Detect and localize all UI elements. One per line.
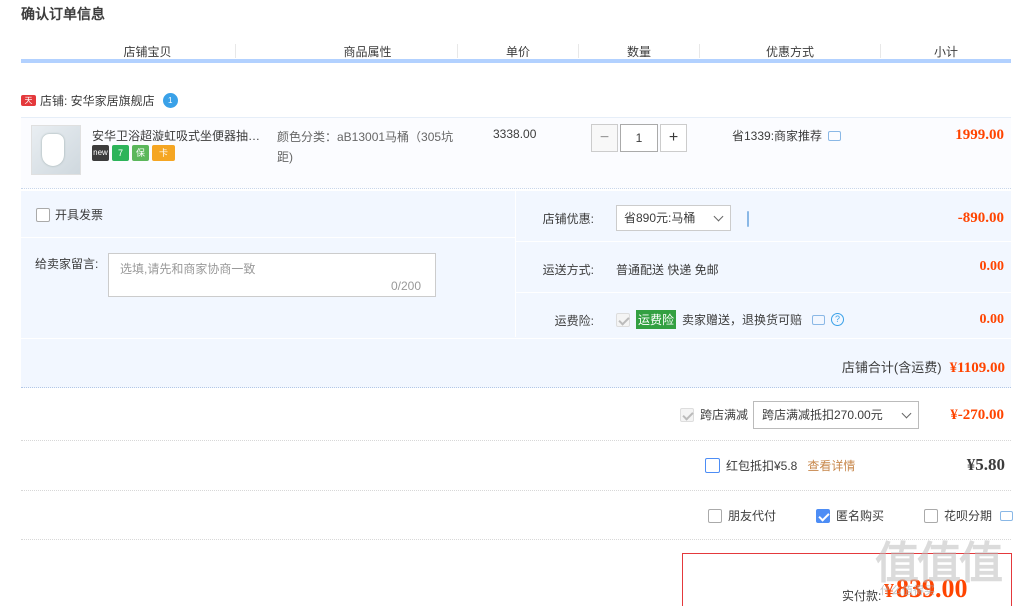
page-title: 确认订单信息: [21, 6, 105, 22]
quantity-minus-button[interactable]: −: [591, 124, 618, 152]
huabei-option[interactable]: 花呗分期: [924, 507, 1014, 524]
shipping-label: 运送方式:: [542, 263, 594, 277]
insurance-tag: 运费险: [636, 310, 677, 329]
anonymous-checkbox[interactable]: [816, 508, 830, 523]
red-packet-amount: ¥5.80: [966, 455, 1005, 474]
anonymous-option[interactable]: 匿名购买: [816, 507, 884, 524]
quantity-input[interactable]: 1: [620, 124, 658, 152]
store-discount-value: 省890元:马桶: [624, 211, 696, 225]
row-divider: [21, 539, 1011, 540]
friend-pay-label: 朋友代付: [728, 509, 777, 523]
column-header-item: 店铺宝贝: [123, 45, 172, 59]
column-header-discount: 优惠方式: [765, 45, 814, 59]
cross-store-discount: 跨店满减: [680, 406, 748, 423]
product-name[interactable]: 安华卫浴超漩虹吸式坐便器抽水马桶: [92, 127, 272, 144]
column-separator: [235, 44, 236, 58]
store-discount-label: 店铺优惠:: [542, 212, 594, 226]
new-icon: new: [92, 145, 109, 161]
site-watermark-subtitle: 什么值得买: [880, 585, 935, 597]
red-packet-detail-link[interactable]: 查看详情: [807, 457, 855, 474]
cross-store-label: 跨店满减: [700, 408, 749, 422]
quantity-stepper: − 1 +: [591, 124, 687, 152]
anonymous-label: 匿名购买: [836, 509, 885, 523]
toilet-image-icon: [42, 134, 64, 166]
column-header-subtotal: 小计: [933, 45, 958, 59]
insurance-option: 运费险 卖家赠送，退换货可赔 ?: [616, 310, 845, 329]
row-divider: [21, 440, 1011, 441]
header-underline: [21, 59, 1011, 63]
store-total: 店铺合计(含运费) ¥1109.00: [842, 357, 1005, 377]
store-discount-amount: -890.00: [957, 210, 1004, 226]
column-header-attribute: 商品属性: [343, 45, 392, 59]
store-total-label: 店铺合计(含运费): [841, 360, 942, 375]
store-discount-select[interactable]: 省890元:马桶: [616, 205, 731, 231]
row-divider: [21, 490, 1011, 491]
cross-store-select[interactable]: 跨店满减抵扣270.00元: [753, 401, 919, 429]
insurance-text: 卖家赠送，退换货可赔: [682, 313, 803, 327]
cross-store-checkbox: [680, 407, 694, 422]
guarantee-icon: 保: [132, 145, 149, 161]
invoice-label: 开具发票: [55, 208, 104, 222]
message-placeholder: 选填,请先和商家协商一致: [120, 262, 256, 276]
column-header-unit-price: 单价: [505, 45, 530, 59]
message-char-count: 0/200: [391, 279, 422, 293]
product-service-icons: new 7 保 卡: [92, 145, 175, 161]
friend-pay-checkbox[interactable]: [708, 508, 722, 523]
item-subtotal: 1999.00: [955, 127, 1004, 143]
store-name[interactable]: 店铺: 安华家居旗舰店: [40, 92, 155, 109]
comment-icon[interactable]: [812, 314, 826, 325]
invoice-checkbox[interactable]: [36, 207, 50, 222]
insurance-label: 运费险:: [554, 314, 594, 328]
options-right-divider: [516, 241, 1011, 242]
card-icon: 卡: [152, 145, 175, 161]
friend-pay-option[interactable]: 朋友代付: [708, 507, 776, 524]
cross-store-amount: ¥-270.00: [950, 407, 1004, 423]
product-attribute: 颜色分类：aB13001马桶（305坑距): [277, 130, 454, 164]
cross-store-value: 跨店满减抵扣270.00元: [762, 408, 883, 422]
comment-icon[interactable]: [747, 211, 749, 227]
shipping-value: 普通配送 快递 免邮: [616, 263, 719, 277]
comment-icon[interactable]: [1000, 510, 1014, 521]
unit-price: 3338.00: [493, 127, 537, 141]
chat-seller-icon[interactable]: 1: [162, 92, 178, 108]
store-total-amount: ¥1109.00: [949, 360, 1005, 376]
item-discount-text: 省1339:商家推荐: [732, 129, 823, 143]
chevron-down-icon: [901, 408, 912, 419]
comment-icon[interactable]: [828, 130, 842, 141]
message-label: 给卖家留言:: [35, 257, 99, 271]
huabei-checkbox[interactable]: [924, 508, 938, 523]
red-packet-label: 红包抵扣¥5.8: [726, 459, 798, 473]
tmall-icon: 天猫: [21, 94, 36, 116]
options-left-divider: [21, 237, 515, 238]
chevron-down-icon: [713, 211, 724, 222]
column-header-quantity: 数量: [626, 45, 651, 59]
invoice-option[interactable]: 开具发票: [36, 206, 103, 223]
store-row: 天猫 店铺: 安华家居旗舰店 1: [21, 91, 178, 116]
options-bottom-divider: [21, 338, 1011, 339]
item-discount: 省1339:商家推荐: [732, 127, 842, 144]
shipping-amount: 0.00: [979, 259, 1005, 274]
huabei-label: 花呗分期: [944, 509, 993, 523]
insurance-checkbox: [616, 312, 630, 327]
insurance-amount: 0.00: [979, 312, 1005, 327]
red-packet-checkbox[interactable]: [705, 458, 720, 473]
help-icon[interactable]: ?: [831, 313, 845, 326]
options-right-divider: [516, 292, 1011, 293]
red-packet-option: 红包抵扣¥5.8 查看详情: [705, 457, 855, 474]
quantity-plus-button[interactable]: +: [660, 124, 687, 152]
seven-day-icon: 7: [112, 145, 129, 161]
